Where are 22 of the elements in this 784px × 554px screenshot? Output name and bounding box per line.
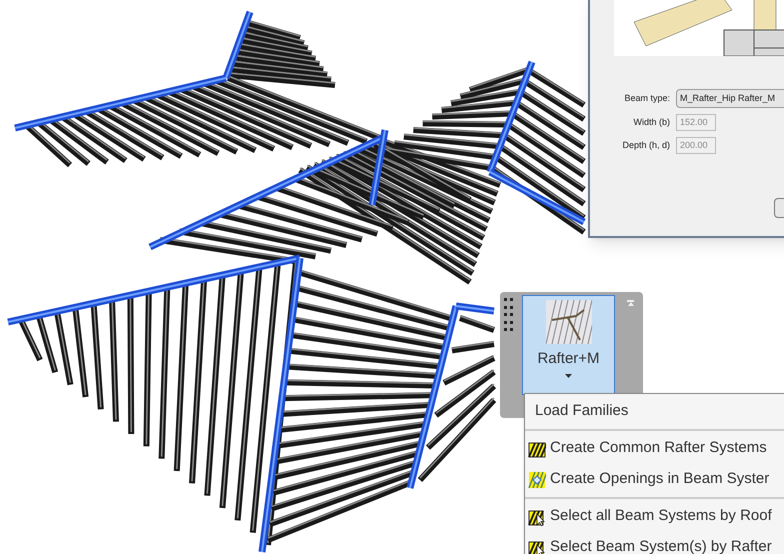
hatched-opening-icon — [528, 470, 546, 488]
field-label: Depth (h, d) — [621, 138, 670, 152]
menu-item[interactable]: Create Common Rafter Systems — [525, 433, 784, 464]
hatched-cursor-icon — [528, 508, 546, 526]
beam-type-dropdown[interactable]: M_Rafter_Hip Rafter_M — [676, 89, 784, 108]
menu-item-label: Load Families — [535, 401, 628, 422]
menu-item[interactable]: Select all Beam Systems by Roof — [525, 501, 784, 532]
drag-grip-icon[interactable] — [504, 298, 514, 334]
field-label: Width (b) — [632, 116, 670, 129]
hatched-rafters-icon — [528, 440, 546, 458]
field-label: Beam type: — [623, 92, 670, 105]
menu-item[interactable]: Select Beam System(s) by Rafter — [525, 532, 784, 554]
dropdown-caret-icon — [565, 374, 572, 378]
menu-item-label: Create Openings in Beam Syster — [550, 469, 770, 490]
menu-item[interactable]: Create Openings in Beam Syster — [525, 464, 784, 495]
menu-item-label: Select all Beam Systems by Roof — [550, 506, 772, 526]
menu-item-label: Create Common Rafter Systems — [550, 438, 767, 458]
menu-item[interactable]: Load Families — [525, 396, 784, 427]
pin-icon[interactable] — [627, 300, 634, 306]
menu-item-label: Select Beam System(s) by Rafter — [550, 537, 772, 554]
rafter-hatch-icon — [546, 300, 592, 344]
rafter-tool-button[interactable]: Rafter+M — [522, 295, 615, 395]
